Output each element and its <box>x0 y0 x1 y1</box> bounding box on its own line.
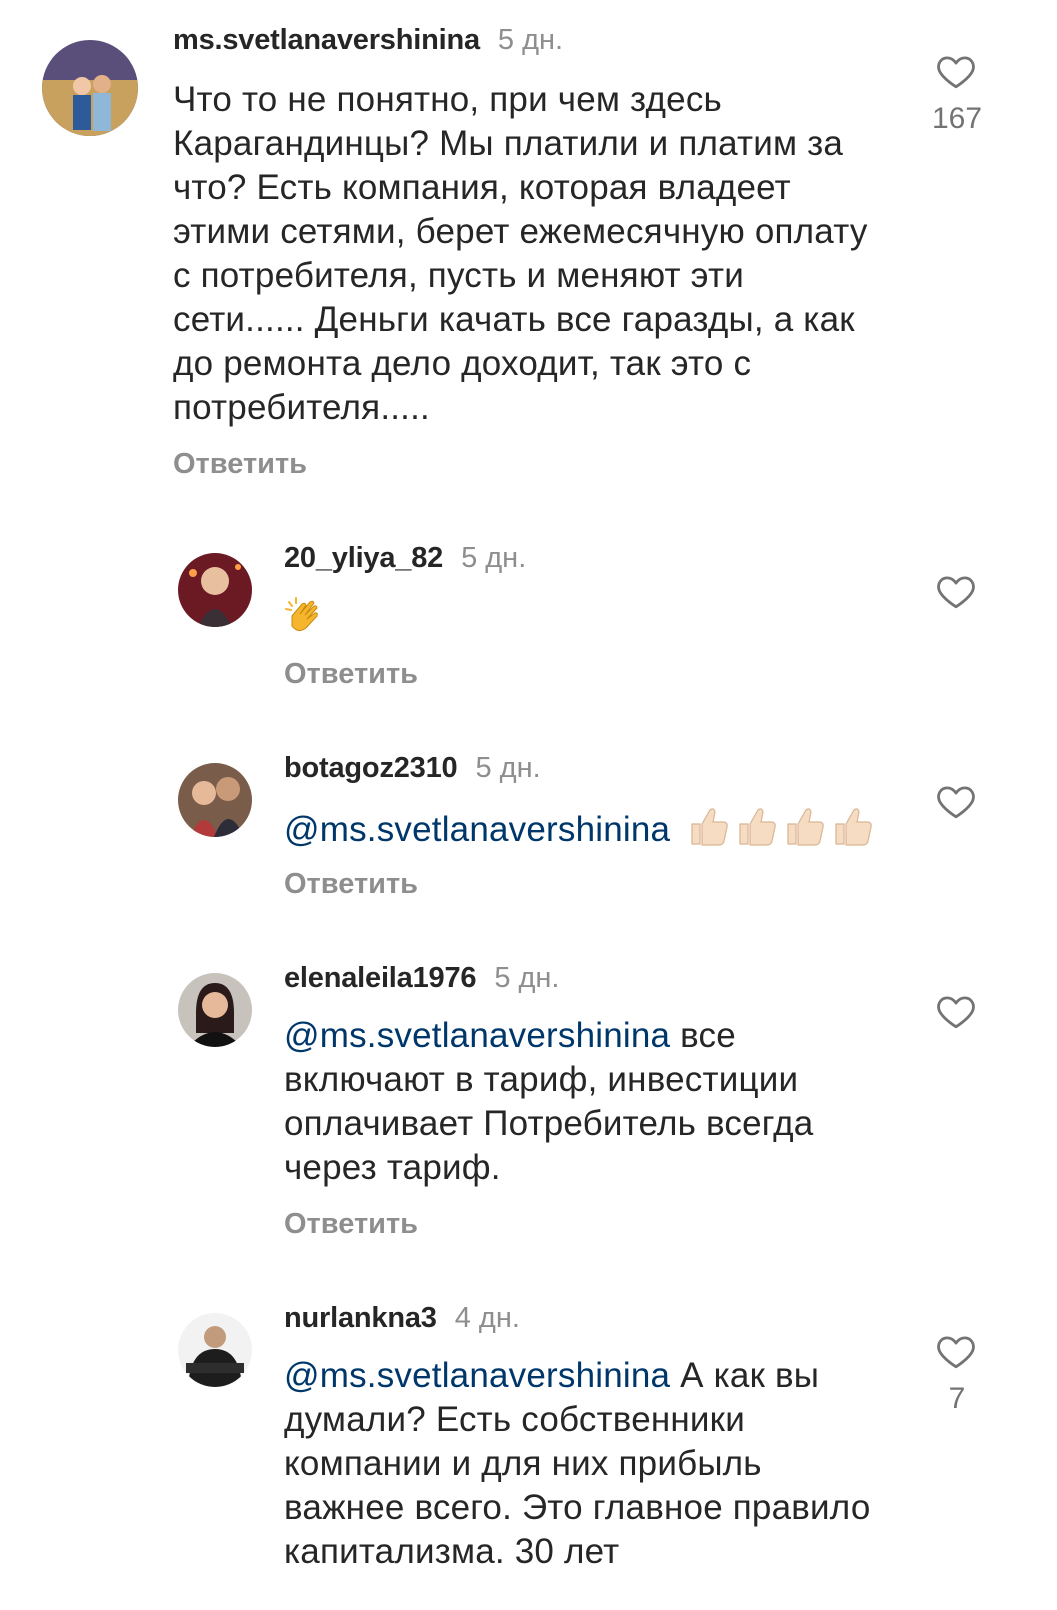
comment: ms.svetlanavershinina 5 дн. Что то не пон… <box>0 0 1057 500</box>
username[interactable]: ms.svetlanavershinina <box>173 24 480 56</box>
comment-time: 4 дн. <box>454 1302 520 1334</box>
like-count: 7 <box>948 1382 966 1415</box>
thumbs-up-icon <box>686 804 876 859</box>
clapping-hands-icon <box>284 594 326 647</box>
like-button[interactable] <box>931 990 981 1032</box>
heart-icon <box>937 1336 975 1369</box>
comment-text <box>284 594 326 647</box>
username[interactable]: botagoz2310 <box>284 752 458 784</box>
heart-icon <box>937 576 975 609</box>
username[interactable]: 20_yliya_82 <box>284 542 443 574</box>
reply-button[interactable]: Ответить <box>284 1208 418 1241</box>
reply-button[interactable]: Ответить <box>173 448 307 481</box>
comment: nurlankna3 4 дн. @ms.svetlanavershinina А… <box>0 1280 1057 1610</box>
mention-link[interactable]: @ms.svetlanavershinina <box>284 810 670 849</box>
like-count: 167 <box>931 102 983 135</box>
heart-icon <box>937 786 975 819</box>
comment-text: Что то не понятно, при чем здесь Караган… <box>173 80 868 427</box>
heart-icon <box>937 996 975 1029</box>
heart-icon <box>937 56 975 89</box>
like-button[interactable] <box>931 570 981 612</box>
comment-time: 5 дн. <box>497 24 564 56</box>
avatar[interactable] <box>178 1313 252 1387</box>
comment-time: 5 дн. <box>475 752 541 784</box>
reply-button[interactable]: Ответить <box>284 868 418 901</box>
username[interactable]: elenaleila1976 <box>284 962 477 994</box>
avatar[interactable] <box>178 763 252 837</box>
comment: 20_yliya_82 5 дн. Ответить <box>0 520 1057 710</box>
reply-button[interactable]: Ответить <box>284 658 418 691</box>
comment-text: @ms.svetlanavershinina А как вы думали? … <box>284 1356 871 1571</box>
mention-link[interactable]: @ms.svetlanavershinina <box>284 1016 670 1055</box>
comment: elenaleila1976 5 дн. @ms.svetlanavershini… <box>0 940 1057 1270</box>
comment-text: @ms.svetlanavershinina <box>284 804 876 859</box>
comment: botagoz2310 5 дн. @ms.svetlanavershinina … <box>0 730 1057 920</box>
like-button[interactable] <box>931 1330 981 1372</box>
avatar[interactable] <box>178 973 252 1047</box>
mention-link[interactable]: @ms.svetlanavershinina <box>284 1356 670 1395</box>
comment-time: 5 дн. <box>494 962 560 994</box>
like-button[interactable] <box>931 50 981 92</box>
comment-text: @ms.svetlanavershinina все включают в та… <box>284 1016 814 1187</box>
avatar[interactable] <box>42 40 138 136</box>
comment-time: 5 дн. <box>461 542 527 574</box>
avatar[interactable] <box>178 553 252 627</box>
like-button[interactable] <box>931 780 981 822</box>
username[interactable]: nurlankna3 <box>284 1302 437 1334</box>
